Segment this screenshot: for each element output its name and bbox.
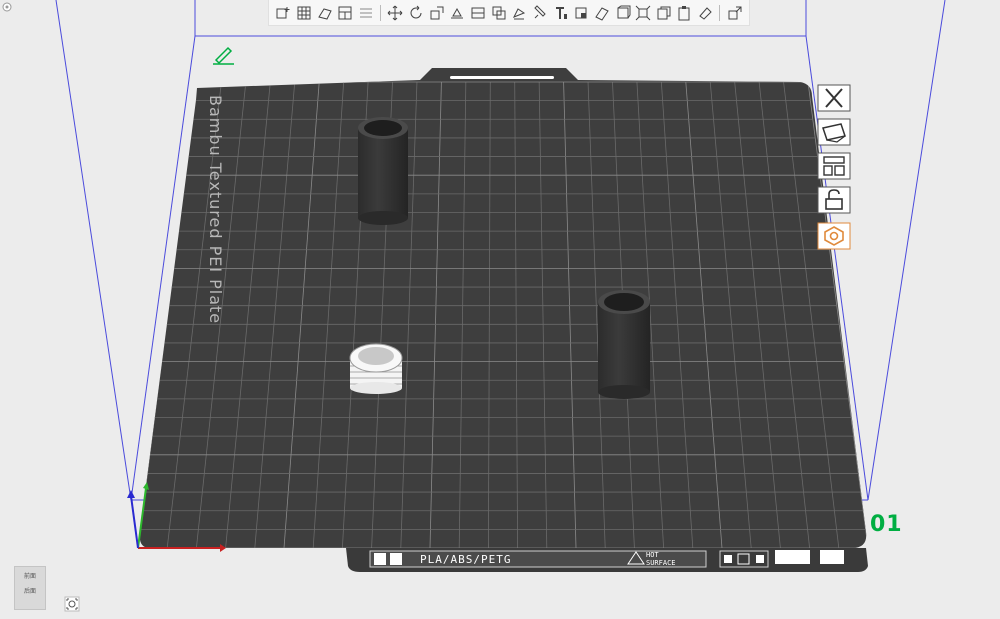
plate-number: 01 xyxy=(870,512,903,537)
filament-type-label: PLA/ABS/PETG xyxy=(420,553,512,566)
build-plate[interactable] xyxy=(138,68,868,548)
eraser-icon[interactable] xyxy=(696,3,715,23)
auto-orient-plate-icon[interactable] xyxy=(816,118,852,146)
object-cylinder-1[interactable] xyxy=(358,117,408,225)
hot-surface-label: HOT SURFACE xyxy=(646,551,676,567)
lock-plate-icon[interactable] xyxy=(816,186,852,214)
measure-icon[interactable] xyxy=(593,3,612,23)
plate-settings-icon[interactable] xyxy=(816,222,852,250)
edit-plate-name-icon[interactable] xyxy=(213,46,234,65)
support-paint-icon[interactable] xyxy=(510,3,529,23)
arrange-grid-icon[interactable] xyxy=(295,3,314,23)
scale-icon[interactable] xyxy=(427,3,446,23)
text-icon[interactable] xyxy=(551,3,570,23)
object-cap-selected[interactable] xyxy=(349,343,403,394)
cut-icon[interactable] xyxy=(469,3,488,23)
seam-paint-icon[interactable] xyxy=(531,3,550,23)
copy-icon[interactable] xyxy=(654,3,673,23)
place-on-face-icon[interactable] xyxy=(448,3,467,23)
assembly-icon[interactable] xyxy=(613,3,632,23)
orient-icon[interactable] xyxy=(315,3,334,23)
rotate-icon[interactable] xyxy=(407,3,426,23)
add-object-icon[interactable] xyxy=(274,3,293,23)
view-settings-icon[interactable] xyxy=(725,3,744,23)
color-paint-icon[interactable] xyxy=(572,3,591,23)
layers-icon[interactable] xyxy=(357,3,376,23)
main-toolbar xyxy=(268,0,750,26)
plate-handle xyxy=(450,76,554,79)
arrange-plate-icon[interactable] xyxy=(816,152,852,180)
toolbar-separator xyxy=(719,4,721,21)
close-plate-icon[interactable] xyxy=(816,84,852,112)
explode-icon[interactable] xyxy=(634,3,653,23)
toolbar-separator xyxy=(380,4,382,21)
view-options-icon[interactable] xyxy=(2,2,12,12)
navigation-cube[interactable]: 前面 后面 xyxy=(14,566,46,610)
object-cylinder-2[interactable] xyxy=(598,290,650,399)
move-icon[interactable] xyxy=(386,3,405,23)
zoom-to-fit-icon[interactable] xyxy=(64,596,80,612)
split-plate-icon[interactable] xyxy=(336,3,355,23)
plate-type-label: Bambu Textured PEI Plate xyxy=(206,95,225,325)
boolean-icon[interactable] xyxy=(489,3,508,23)
paste-icon[interactable] xyxy=(675,3,694,23)
